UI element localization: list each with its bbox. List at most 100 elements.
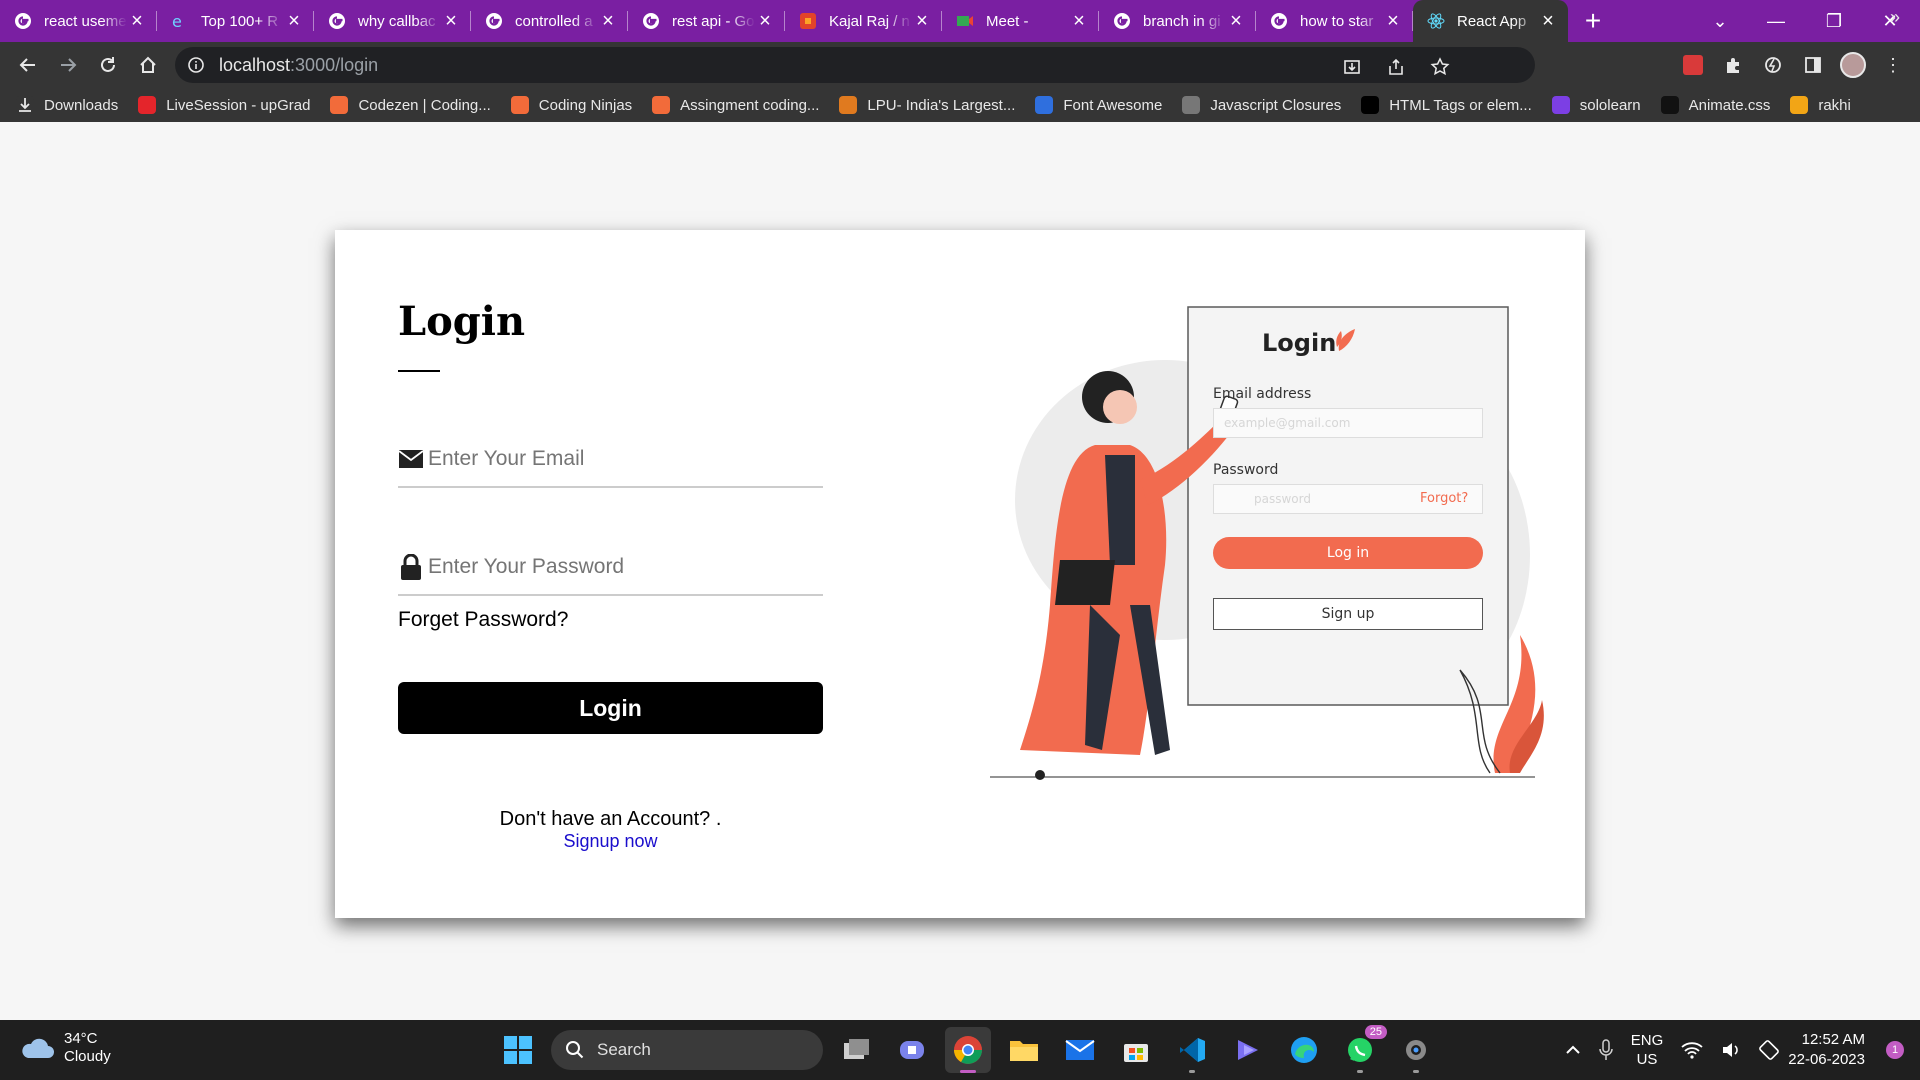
close-tab-icon[interactable]: ×: [127, 11, 147, 31]
bookmark-item[interactable]: Assingment coding...: [652, 96, 819, 114]
tab-3[interactable]: why callbac ×: [314, 0, 471, 42]
install-app-icon[interactable]: [1337, 52, 1367, 82]
side-panel-icon[interactable]: [1798, 50, 1828, 80]
tab-1[interactable]: react useme ×: [0, 0, 157, 42]
bookmark-item[interactable]: Font Awesome: [1035, 96, 1162, 114]
login-button[interactable]: Login: [398, 682, 823, 734]
close-tab-icon[interactable]: ×: [755, 11, 775, 31]
email-field[interactable]: [398, 432, 823, 488]
bookmark-item[interactable]: Coding Ninjas: [510, 96, 632, 114]
extension-red-icon[interactable]: [1678, 50, 1708, 80]
reload-icon: [101, 57, 115, 72]
tab-6[interactable]: Kajal Raj / n ×: [785, 0, 942, 42]
bookmark-item[interactable]: Codezen | Coding...: [330, 96, 491, 114]
vscode-icon[interactable]: [1169, 1027, 1215, 1073]
mail-icon[interactable]: [1057, 1027, 1103, 1073]
chrome-taskbar-icon[interactable]: [945, 1027, 991, 1073]
bookmark-item[interactable]: rakhi: [1790, 96, 1851, 114]
ms-store-icon[interactable]: [1113, 1027, 1159, 1073]
new-tab-button[interactable]: +: [1572, 0, 1614, 42]
close-tab-icon[interactable]: ×: [1538, 11, 1558, 31]
file-explorer-icon[interactable]: [1001, 1027, 1047, 1073]
tab-title: how to star: [1300, 12, 1374, 30]
volume-icon[interactable]: [1721, 1041, 1741, 1059]
close-tab-icon[interactable]: ×: [1226, 11, 1246, 31]
lock-icon: [398, 554, 424, 580]
bookmarks-overflow-button[interactable]: »: [1890, 0, 1900, 34]
bookmark-label: Animate.css: [1688, 96, 1771, 114]
tab-10[interactable]: React App ×: [1413, 0, 1568, 42]
minimize-button[interactable]: —: [1748, 0, 1804, 42]
home-icon: [140, 56, 156, 73]
password-field[interactable]: [398, 540, 823, 596]
bookmark-item[interactable]: Javascript Closures: [1182, 96, 1341, 114]
bookmark-item[interactable]: Animate.css: [1660, 96, 1771, 114]
tab-7[interactable]: Meet - ×: [942, 0, 1099, 42]
profile-avatar[interactable]: [1838, 50, 1868, 80]
password-input[interactable]: [428, 555, 808, 579]
bookmark-star-icon[interactable]: [1425, 52, 1455, 82]
weather-widget[interactable]: 34°C Cloudy: [20, 1030, 111, 1066]
task-view-icon[interactable]: [833, 1027, 879, 1073]
teams-chat-icon[interactable]: [889, 1027, 935, 1073]
tab-5[interactable]: rest api - Go ×: [628, 0, 785, 42]
forgot-password-link[interactable]: Forget Password?: [398, 608, 568, 632]
forward-button[interactable]: [48, 45, 88, 85]
close-tab-icon[interactable]: ×: [284, 11, 304, 31]
bookmarks-bar: Downloads LiveSession - upGrad Codezen | C…: [0, 88, 1920, 122]
signup-link[interactable]: Signup now: [398, 831, 823, 852]
close-tab-icon[interactable]: ×: [1069, 11, 1089, 31]
tab-8[interactable]: branch in gi ×: [1099, 0, 1256, 42]
download-icon: [16, 96, 34, 114]
bookmark-item[interactable]: LiveSession - upGrad: [138, 96, 310, 114]
restore-button[interactable]: ❐: [1806, 0, 1862, 42]
close-tab-icon[interactable]: ×: [441, 11, 461, 31]
back-button[interactable]: [8, 45, 48, 85]
bookmark-item[interactable]: HTML Tags or elem...: [1361, 96, 1532, 114]
clock[interactable]: 12:52 AM 22-06-2023: [1788, 1030, 1865, 1070]
language-indicator[interactable]: ENG US: [1631, 1031, 1664, 1069]
tab-2[interactable]: e Top 100+ R ×: [157, 0, 314, 42]
tab-title: Meet -: [986, 12, 1029, 30]
weather-desc: Cloudy: [64, 1048, 111, 1065]
browser-menu-icon[interactable]: ⋮: [1878, 50, 1908, 80]
page-title: Login: [398, 298, 526, 345]
bookmark-item[interactable]: LPU- India's Largest...: [839, 96, 1015, 114]
bookmark-item[interactable]: Downloads: [16, 96, 118, 114]
battery-icon[interactable]: [1759, 1040, 1780, 1060]
tab-search-icon[interactable]: ⌄: [1692, 0, 1748, 42]
bookmark-label: rakhi: [1818, 96, 1851, 114]
reload-button[interactable]: [88, 45, 128, 85]
system-tray: ENG US 12:52 AM 22-06-2023 1: [1556, 1020, 1920, 1080]
windows-logo-icon: [504, 1036, 532, 1064]
windows-taskbar: 34°C Cloudy Search 25 ENG US 12:52 AM 22…: [0, 1020, 1920, 1080]
wifi-icon[interactable]: [1681, 1041, 1703, 1059]
power-automate-icon[interactable]: [1225, 1027, 1271, 1073]
edge-icon[interactable]: [1281, 1027, 1327, 1073]
bookmark-item[interactable]: sololearn: [1551, 96, 1641, 114]
whatsapp-icon[interactable]: 25: [1337, 1025, 1387, 1073]
start-button[interactable]: [495, 1027, 541, 1073]
tab-4[interactable]: controlled a ×: [471, 0, 628, 42]
taskbar-search[interactable]: Search: [551, 1030, 823, 1070]
share-icon[interactable]: [1381, 52, 1411, 82]
animate-icon: [1660, 96, 1679, 114]
notification-center[interactable]: 1: [1886, 1041, 1904, 1059]
email-input[interactable]: [428, 447, 808, 471]
site-info-icon[interactable]: [187, 56, 205, 74]
close-tab-icon[interactable]: ×: [598, 11, 618, 31]
clock-time: 12:52 AM: [1801, 1031, 1865, 1048]
tab-9[interactable]: how to star ×: [1256, 0, 1413, 42]
show-hidden-icons-icon[interactable]: [1565, 1045, 1581, 1055]
tab-title: react useme: [44, 12, 127, 30]
extensions-puzzle-icon[interactable]: [1718, 50, 1748, 80]
home-button[interactable]: [128, 45, 168, 85]
illustration-login-button: Log in: [1213, 537, 1483, 569]
close-tab-icon[interactable]: ×: [1383, 11, 1403, 31]
tab-title: Kajal Raj / n: [829, 12, 910, 30]
microphone-icon[interactable]: [1599, 1039, 1613, 1061]
settings-icon[interactable]: [1393, 1027, 1439, 1073]
performance-icon[interactable]: [1758, 50, 1788, 80]
address-bar[interactable]: localhost:3000/login: [175, 47, 1535, 83]
close-tab-icon[interactable]: ×: [912, 11, 932, 31]
